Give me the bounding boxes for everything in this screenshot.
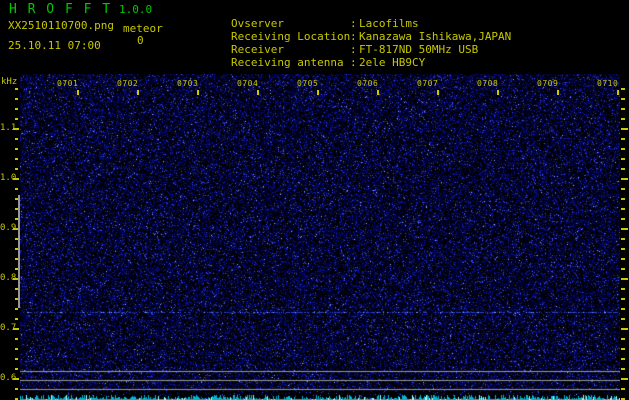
freq-tick-right <box>621 118 625 120</box>
freq-tick-left <box>15 188 18 190</box>
time-tick <box>617 90 619 95</box>
freq-tick-left <box>15 98 18 100</box>
freq-tick-left <box>15 108 18 110</box>
freq-tick-right <box>621 188 625 190</box>
time-tick <box>137 90 139 95</box>
freq-tick-right <box>621 158 625 160</box>
time-label: 0705 <box>297 80 318 88</box>
freq-label: 1.0 <box>0 174 13 183</box>
timestamp-label: 25.10.11 07:00 <box>8 39 101 52</box>
freq-tick-left <box>15 388 18 390</box>
freq-tick-left <box>13 178 19 180</box>
freq-tick-left <box>15 118 18 120</box>
app-version: 1.0.0 <box>119 3 152 16</box>
freq-tick-right <box>621 258 625 260</box>
freq-tick-right <box>621 328 628 330</box>
freq-tick-right <box>621 208 625 210</box>
info-row-value: 2ele HB9CY <box>359 56 425 69</box>
freq-tick-right <box>621 218 625 220</box>
time-label: 0703 <box>177 80 198 88</box>
time-tick <box>437 90 439 95</box>
freq-label: 0.7 <box>0 324 13 333</box>
freq-tick-left <box>13 128 19 130</box>
time-label: 0710 <box>597 80 618 88</box>
freq-tick-right <box>621 388 625 390</box>
hrofft-screen: H R O F F T 1.0.0 XX2510110700.png meteo… <box>0 0 629 400</box>
freq-tick-left <box>13 378 19 380</box>
freq-tick-right <box>621 168 625 170</box>
freq-tick-right <box>621 338 625 340</box>
app-title: H R O F F T <box>9 2 112 17</box>
freq-tick-left <box>15 338 18 340</box>
freq-tick-right <box>621 278 628 280</box>
filename-label: XX2510110700.png <box>8 19 114 32</box>
freq-tick-left <box>15 138 18 140</box>
echo-count: 0 <box>137 34 144 47</box>
freq-tick-left <box>15 368 18 370</box>
freq-tick-right <box>621 358 625 360</box>
time-tick <box>77 90 79 95</box>
freq-tick-right <box>621 268 625 270</box>
freq-tick-right <box>621 308 625 310</box>
freq-tick-right <box>621 248 625 250</box>
freq-tick-right <box>621 148 625 150</box>
freq-tick-right <box>621 88 625 90</box>
time-label: 0707 <box>417 80 438 88</box>
freq-tick-right <box>621 238 625 240</box>
freq-tick-right <box>621 368 625 370</box>
time-tick <box>197 90 199 95</box>
freq-tick-right <box>621 348 625 350</box>
freq-tick-right <box>621 108 625 110</box>
time-tick <box>317 90 319 95</box>
time-label: 0706 <box>357 80 378 88</box>
freq-tick-left <box>15 308 18 310</box>
freq-tick-left <box>15 148 18 150</box>
freq-tick-left <box>15 158 18 160</box>
spectrogram-canvas <box>20 74 620 400</box>
freq-tick-right <box>621 198 625 200</box>
time-label: 0709 <box>537 80 558 88</box>
freq-tick-left <box>15 348 18 350</box>
time-tick <box>557 90 559 95</box>
freq-axis-unit: kHz <box>1 77 17 87</box>
info-row-label: Receiving antenna <box>231 56 350 69</box>
freq-label: 1.1 <box>0 124 13 133</box>
time-label: 0702 <box>117 80 138 88</box>
freq-tick-left <box>15 168 18 170</box>
freq-tick-right <box>621 298 625 300</box>
freq-tick-right <box>621 178 628 180</box>
freq-tick-right <box>621 98 625 100</box>
time-label: 0704 <box>237 80 258 88</box>
freq-tick-left <box>15 88 18 90</box>
freq-tick-right <box>621 138 625 140</box>
info-row-separator: : <box>350 56 359 69</box>
freq-tick-left <box>15 358 18 360</box>
left-edge-mark <box>18 195 20 308</box>
freq-tick-left <box>13 328 19 330</box>
freq-label: 0.8 <box>0 274 13 283</box>
time-label: 0708 <box>477 80 498 88</box>
freq-label: 0.6 <box>0 374 13 383</box>
freq-tick-left <box>15 318 18 320</box>
freq-tick-right <box>621 378 628 380</box>
freq-tick-right <box>621 288 625 290</box>
freq-tick-right <box>621 318 625 320</box>
time-tick <box>377 90 379 95</box>
time-label: 0701 <box>57 80 78 88</box>
freq-tick-right <box>621 228 628 230</box>
freq-label: 0.9 <box>0 224 13 233</box>
time-tick <box>257 90 259 95</box>
freq-tick-right <box>621 128 628 130</box>
time-tick <box>497 90 499 95</box>
